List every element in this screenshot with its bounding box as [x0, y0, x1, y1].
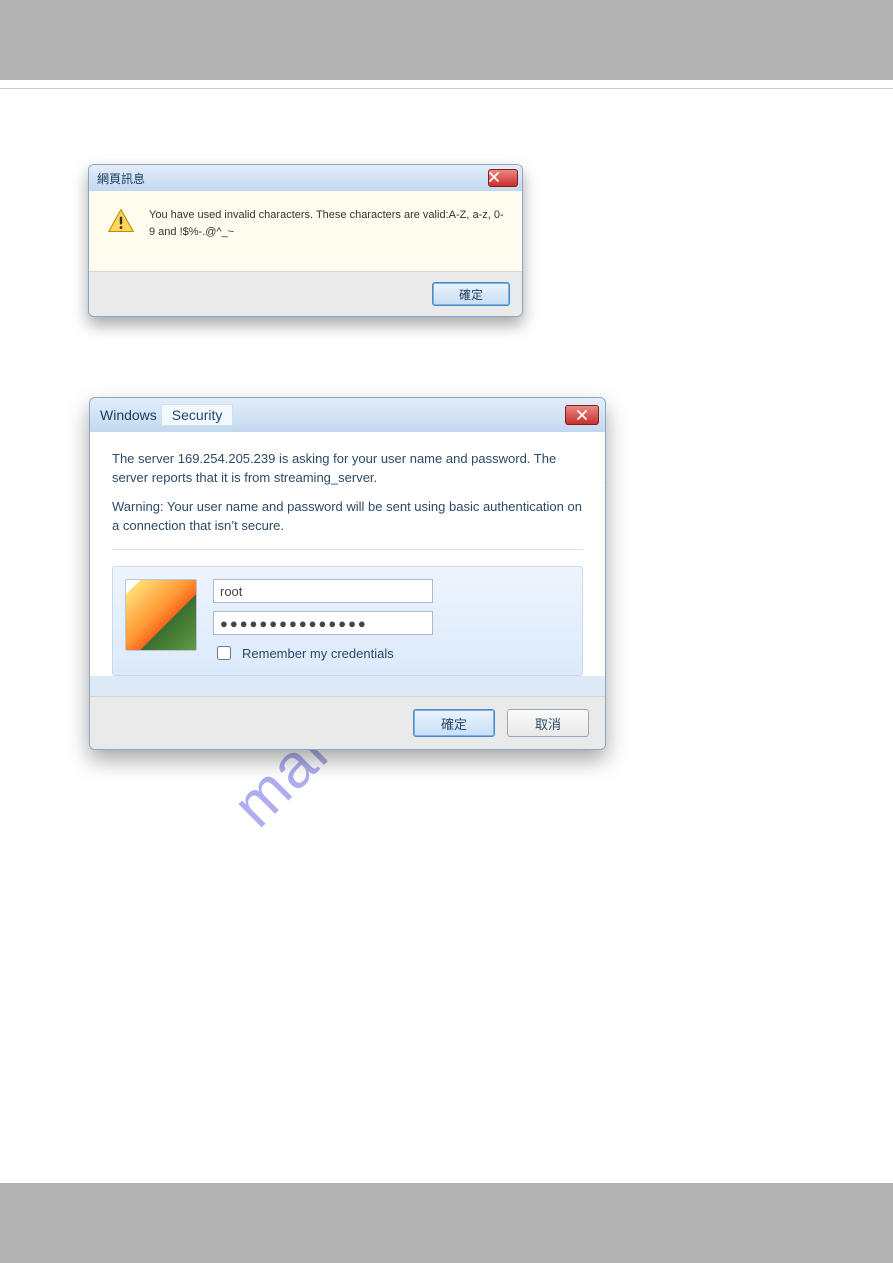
alert-dialog: 網頁訊息 You have used invalid characters. T…: [88, 164, 523, 317]
title-security: Security: [161, 404, 234, 426]
username-input[interactable]: [213, 579, 433, 603]
alert-titlebar: 網頁訊息: [89, 165, 522, 191]
security-message-2: Warning: Your user name and password wil…: [112, 498, 583, 536]
security-body: The server 169.254.205.239 is asking for…: [90, 432, 605, 676]
ok-button[interactable]: 確定: [432, 282, 510, 306]
avatar: [125, 579, 197, 651]
ok-button[interactable]: 確定: [413, 709, 495, 737]
security-titlebar: Windows Security: [90, 398, 605, 432]
cancel-button[interactable]: 取消: [507, 709, 589, 737]
close-icon: [577, 407, 587, 423]
title-windows: Windows: [100, 407, 157, 423]
security-footer: 確定 取消: [90, 696, 605, 749]
bottom-banner: [0, 1183, 893, 1263]
remember-checkbox[interactable]: [217, 646, 231, 660]
alert-body: You have used invalid characters. These …: [89, 191, 522, 271]
security-message-1: The server 169.254.205.239 is asking for…: [112, 450, 583, 488]
credential-fields: Remember my credentials: [213, 579, 570, 663]
credentials-panel: Remember my credentials: [112, 566, 583, 676]
top-banner: [0, 0, 893, 80]
close-button[interactable]: [565, 405, 599, 425]
warning-icon: [107, 207, 135, 235]
remember-label[interactable]: Remember my credentials: [213, 643, 570, 663]
divider: [0, 88, 893, 89]
close-button[interactable]: [488, 169, 518, 187]
remember-text: Remember my credentials: [242, 646, 394, 661]
alert-footer: 確定: [89, 271, 522, 316]
password-input[interactable]: [213, 611, 433, 635]
divider: [112, 549, 583, 550]
alert-message: You have used invalid characters. These …: [149, 207, 504, 240]
document-page: manualshive.com 網頁訊息 You have used inval…: [0, 0, 893, 1263]
security-dialog: Windows Security The server 169.254.205.…: [89, 397, 606, 750]
close-icon: [489, 171, 517, 185]
alert-title-text: 網頁訊息: [97, 170, 488, 187]
